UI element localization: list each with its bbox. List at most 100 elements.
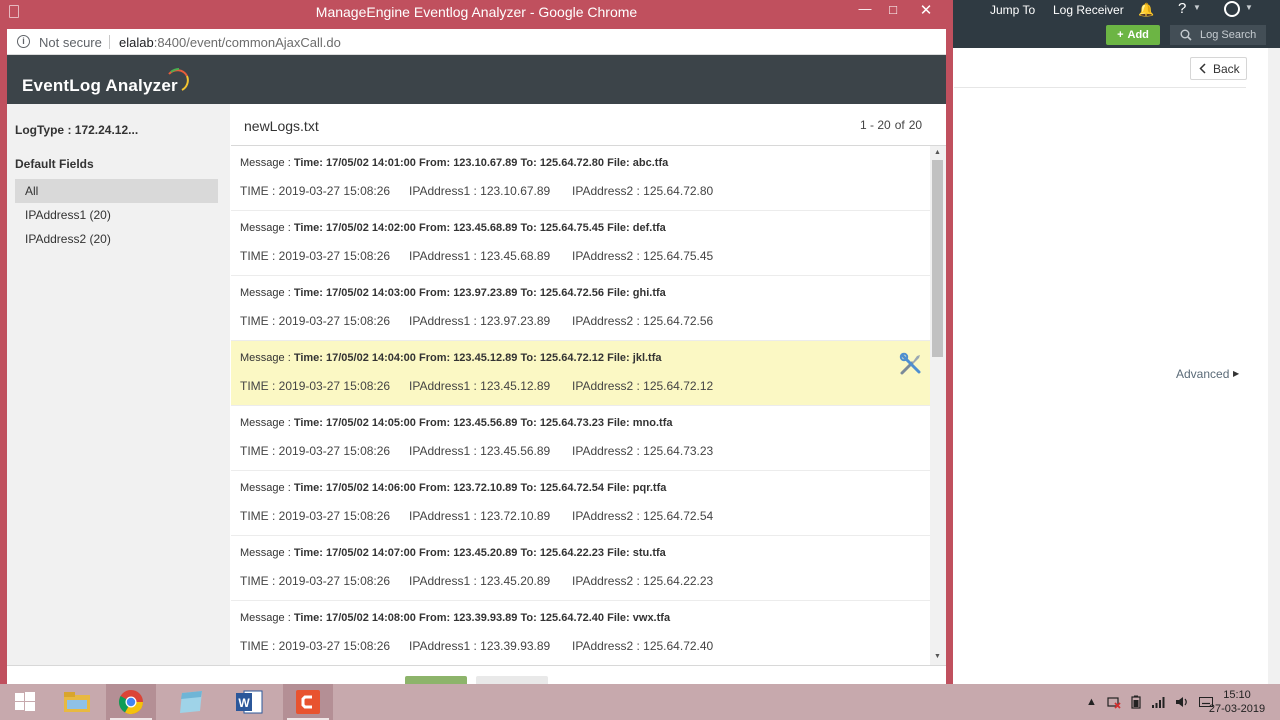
ip1-label: IPAddress1 :	[409, 184, 481, 198]
log-row[interactable]: Message : Time: 17/05/02 14:03:00 From: …	[231, 276, 930, 341]
divider	[109, 35, 110, 49]
battery-icon[interactable]	[1131, 695, 1141, 709]
clock-time: 15:10	[1223, 689, 1251, 701]
ip2-label: IPAddress2 :	[572, 509, 644, 523]
message-label: Message :	[240, 612, 294, 624]
message-text: Time: 17/05/02 14:08:00 From: 123.39.93.…	[293, 612, 671, 624]
advanced-link[interactable]: Advanced	[1176, 367, 1229, 381]
log-row[interactable]: Message : Time: 17/05/02 14:01:00 From: …	[231, 146, 930, 211]
wifi-signal-icon[interactable]	[1151, 696, 1165, 708]
message-text: Time: 17/05/02 14:02:00 From: 123.45.68.…	[293, 222, 666, 234]
ip2-value: 125.64.75.45	[643, 249, 714, 263]
time-field: TIME : 2019-03-27 15:08:26	[240, 639, 390, 653]
url-text[interactable]: elalab:8400/event/commonAjaxCall.do	[119, 35, 341, 50]
volume-icon[interactable]	[1175, 696, 1189, 708]
message-text: Time: 17/05/02 14:06:00 From: 123.72.10.…	[293, 482, 667, 494]
ip1-value: 123.45.12.89	[480, 379, 551, 393]
pager-range: 1 - 20	[860, 118, 891, 132]
maximize-icon[interactable]: □	[879, 2, 907, 17]
log-row[interactable]: Message : Time: 17/05/02 14:08:00 From: …	[231, 601, 930, 666]
clock[interactable]: 15:10 27-03-2019	[1204, 688, 1270, 716]
time-field: TIME : 2019-03-27 15:08:26	[240, 379, 390, 393]
time-field: TIME : 2019-03-27 15:08:26	[240, 574, 390, 588]
info-icon[interactable]: i	[17, 35, 30, 48]
network-error-icon[interactable]	[1107, 695, 1121, 709]
log-row[interactable]: Message : Time: 17/05/02 14:05:00 From: …	[231, 406, 930, 471]
tools-icon[interactable]	[898, 351, 924, 377]
chrome-icon[interactable]	[106, 684, 156, 720]
ip1-field: IPAddress1 : 123.97.23.89	[409, 314, 550, 328]
ip2-value: 125.64.73.23	[643, 444, 714, 458]
log-list-scrollbar[interactable]: ▲ ▼	[930, 146, 946, 666]
user-avatar-icon[interactable]	[1224, 1, 1240, 17]
add-button-label: Add	[1127, 29, 1149, 41]
ip2-label: IPAddress2 :	[572, 379, 644, 393]
ip2-label: IPAddress2 :	[572, 249, 644, 263]
message-label: Message :	[240, 222, 294, 234]
ip1-label: IPAddress1 :	[409, 639, 481, 653]
ip1-value: 123.45.68.89	[480, 249, 551, 263]
plus-icon: +	[1117, 29, 1124, 41]
time-field: TIME : 2019-03-27 15:08:26	[240, 444, 390, 458]
sidebar-item-ipaddress1[interactable]: IPAddress1 (20)	[15, 203, 218, 227]
ip2-field: IPAddress2 : 125.64.72.12	[572, 379, 713, 393]
word-icon[interactable]: W	[224, 684, 274, 720]
log-row[interactable]: Message : Time: 17/05/02 14:07:00 From: …	[231, 536, 930, 601]
ip2-label: IPAddress2 :	[572, 314, 644, 328]
log-row[interactable]: Message : Time: 17/05/02 14:06:00 From: …	[231, 471, 930, 536]
ip2-field: IPAddress2 : 125.64.72.56	[572, 314, 713, 328]
close-icon[interactable]: ✕	[912, 1, 940, 19]
ip2-label: IPAddress2 :	[572, 184, 644, 198]
ip1-label: IPAddress1 :	[409, 249, 481, 263]
ip1-field: IPAddress1 : 123.45.12.89	[409, 379, 550, 393]
address-bar[interactable]: i Not secure elalab:8400/event/commonAja…	[7, 29, 946, 55]
url-host: elalab	[119, 35, 154, 50]
log-message: Message : Time: 17/05/02 14:06:00 From: …	[240, 482, 666, 494]
scroll-down-icon[interactable]: ▼	[934, 653, 941, 660]
bell-icon[interactable]: 🔔	[1138, 2, 1154, 18]
log-row-highlighted[interactable]: Message : Time: 17/05/02 14:04:00 From: …	[231, 341, 930, 406]
back-button[interactable]: Back	[1190, 57, 1247, 80]
ip2-field: IPAddress2 : 125.64.72.80	[572, 184, 713, 198]
scroll-up-icon[interactable]: ▲	[934, 149, 941, 156]
divider	[7, 665, 946, 666]
app-logo-text: EventLog Analyzer	[22, 76, 178, 95]
time-value: 2019-03-27 15:08:26	[278, 249, 391, 263]
sidebar-item-all[interactable]: All	[15, 179, 218, 203]
help-icon[interactable]: ?	[1178, 0, 1186, 17]
ip1-value: 123.45.56.89	[480, 444, 551, 458]
ip2-value: 125.64.72.80	[643, 184, 714, 198]
scrollbar-thumb[interactable]	[932, 160, 943, 357]
log-search-button[interactable]: Log Search	[1170, 25, 1266, 45]
jump-to-link[interactable]: Jump To	[990, 3, 1035, 17]
app-c-icon[interactable]	[283, 684, 333, 720]
ip1-label: IPAddress1 :	[409, 574, 481, 588]
minimize-icon[interactable]: —	[851, 1, 879, 16]
ip1-field: IPAddress1 : 123.45.56.89	[409, 444, 550, 458]
log-message: Message : Time: 17/05/02 14:02:00 From: …	[240, 222, 666, 234]
file-explorer-icon[interactable]	[52, 684, 102, 720]
ip1-value: 123.39.93.89	[480, 639, 551, 653]
bg-scrollbar[interactable]	[1268, 48, 1280, 684]
log-message: Message : Time: 17/05/02 14:08:00 From: …	[240, 612, 670, 624]
time-field: TIME : 2019-03-27 15:08:26	[240, 509, 390, 523]
not-secure-label[interactable]: Not secure	[39, 35, 102, 50]
ip2-value: 125.64.72.54	[643, 509, 714, 523]
chevron-up-icon[interactable]: ▲	[1086, 696, 1097, 708]
message-label: Message :	[240, 287, 294, 299]
chevron-down-icon: ▼	[1193, 3, 1201, 12]
log-message: Message : Time: 17/05/02 14:04:00 From: …	[240, 352, 662, 364]
ip2-field: IPAddress2 : 125.64.72.40	[572, 639, 713, 653]
logtype-label: LogType : 172.24.12...	[15, 123, 139, 137]
log-row[interactable]: Message : Time: 17/05/02 14:02:00 From: …	[231, 211, 930, 276]
add-button[interactable]: + Add	[1106, 25, 1160, 45]
chevron-right-icon: ▶	[1233, 369, 1240, 378]
sidebar-item-ipaddress2[interactable]: IPAddress2 (20)	[15, 227, 218, 251]
message-label: Message :	[240, 352, 294, 364]
chevron-left-icon	[1199, 63, 1206, 74]
ip2-label: IPAddress2 :	[572, 444, 644, 458]
windows-start-icon[interactable]	[0, 684, 50, 720]
ip2-field: IPAddress2 : 125.64.75.45	[572, 249, 713, 263]
log-receiver-link[interactable]: Log Receiver	[1053, 3, 1124, 17]
sticky-notes-icon[interactable]	[166, 684, 216, 720]
